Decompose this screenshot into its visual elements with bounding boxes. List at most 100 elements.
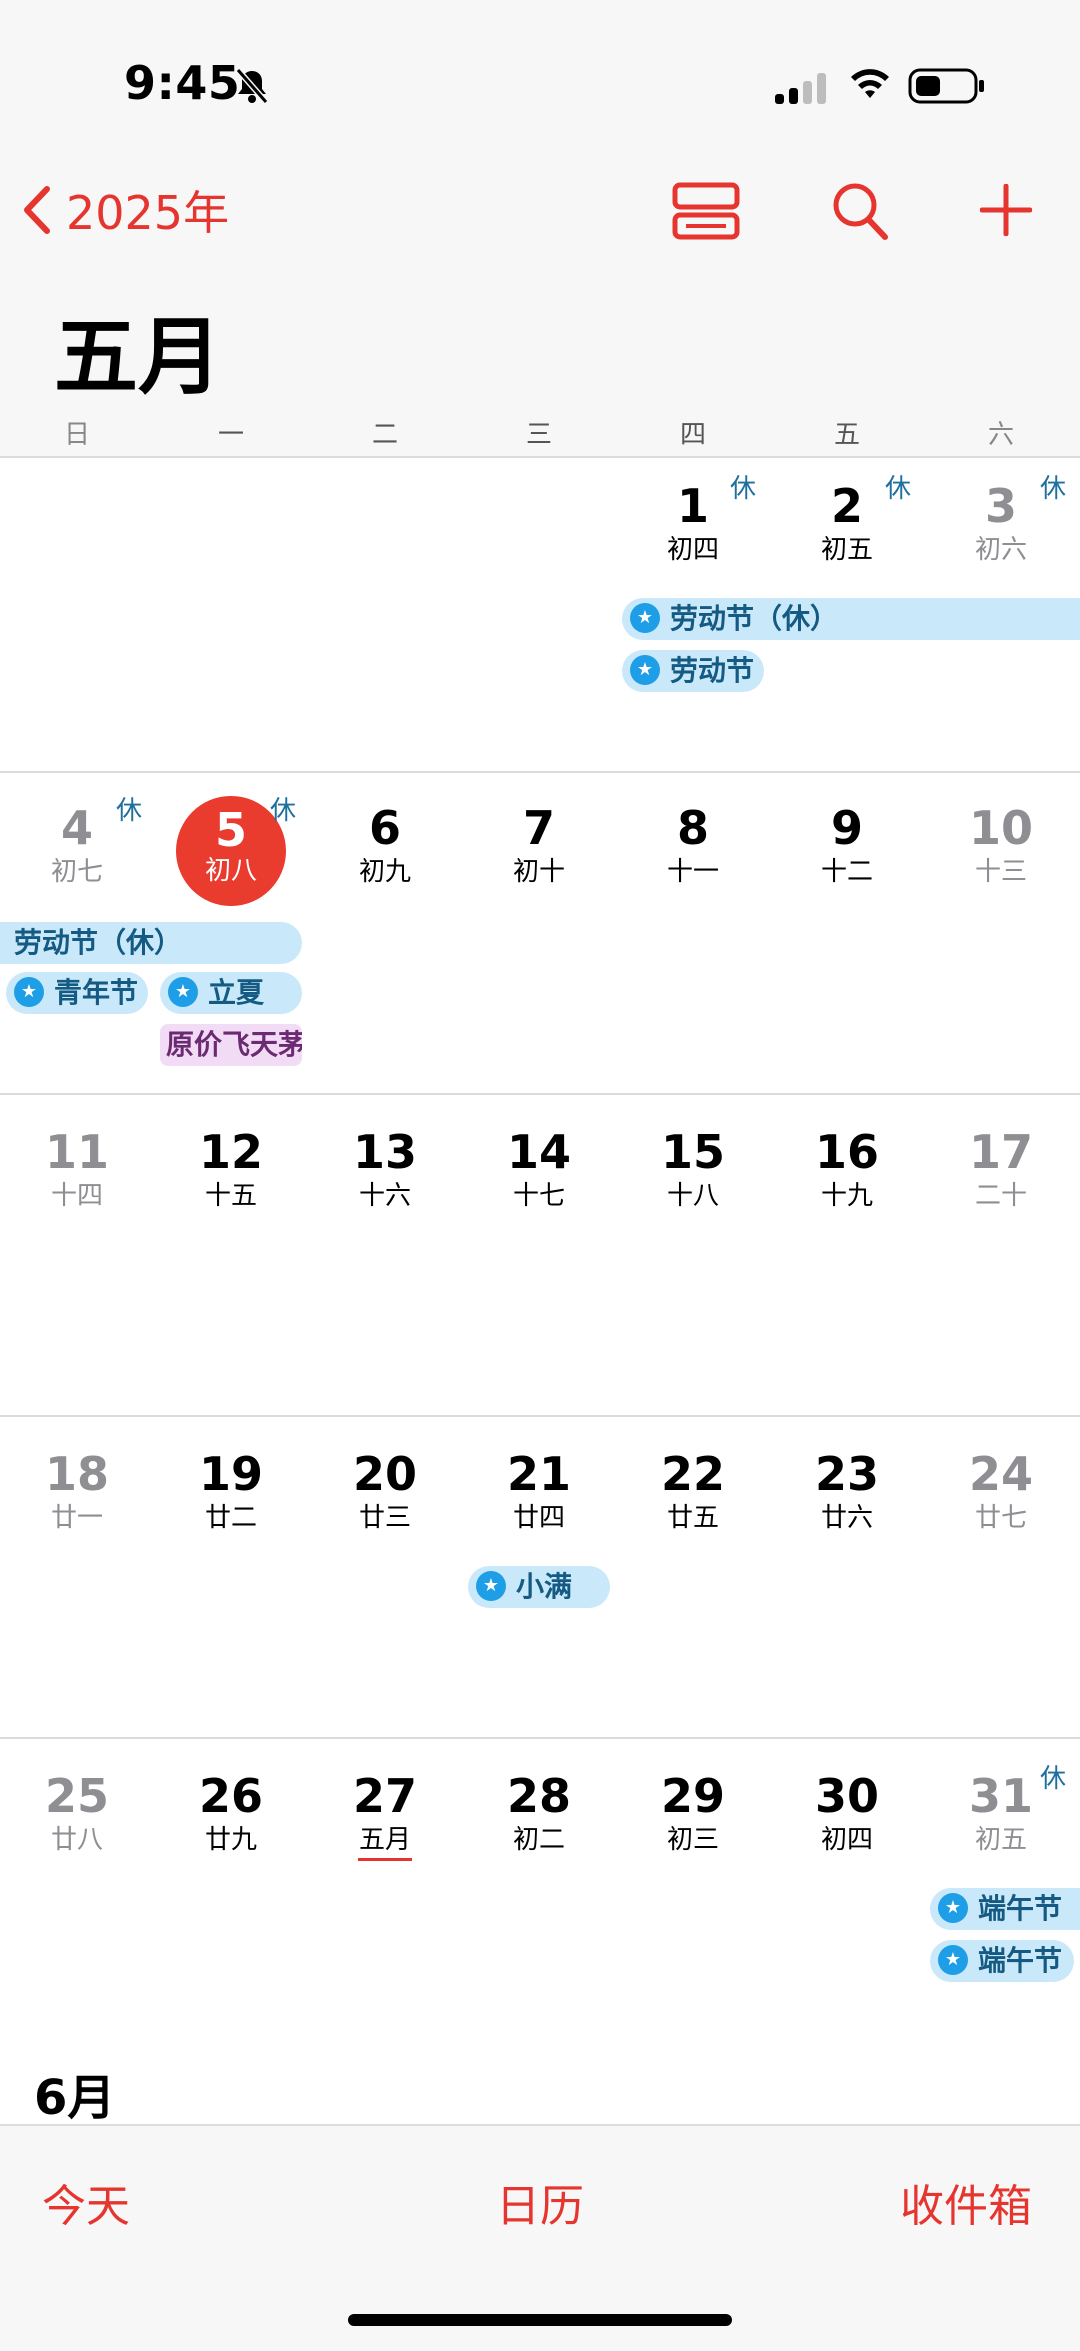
today-button[interactable]: 今天 [42, 2170, 130, 2234]
day-cell-20[interactable]: 20 廿三 [308, 1448, 462, 1534]
event-title: 青年节 [54, 976, 139, 1009]
day-cell-27[interactable]: 27 五月 [308, 1770, 462, 1856]
day-number: 7 [522, 801, 555, 855]
star-icon: ★ [476, 1571, 506, 1601]
day-number: 23 [814, 1447, 879, 1501]
day-cell-23[interactable]: 23 廿六 [770, 1448, 924, 1534]
lunar-date: 廿二 [204, 1503, 257, 1533]
status-time: 9:45 [124, 56, 241, 110]
back-to-year-button[interactable]: 2025年 [22, 180, 229, 240]
day-cell-14[interactable]: 14 十七 [462, 1126, 616, 1212]
day-number: 21 [506, 1447, 571, 1501]
event-labor-day[interactable]: ★ 劳动节 [622, 650, 764, 692]
search-icon[interactable] [830, 180, 890, 242]
lunar-date: 十二 [820, 857, 873, 887]
day-cell-22[interactable]: 22 廿五 [616, 1448, 770, 1534]
day-number: 18 [44, 1447, 109, 1501]
lunar-date: 廿一 [50, 1503, 103, 1533]
lunar-date: 廿八 [50, 1825, 103, 1855]
lunar-date: 十四 [50, 1181, 103, 1211]
calendars-button[interactable]: 日历 [496, 2170, 584, 2234]
star-icon: ★ [938, 1893, 968, 1923]
lunar-date: 十七 [512, 1181, 565, 1211]
day-number: 28 [506, 1769, 571, 1823]
weekday-mon: 一 [217, 420, 244, 450]
wifi-icon [851, 69, 889, 98]
event-labor-day-rest-cont[interactable]: 劳动节（休） [0, 922, 302, 964]
weekday-sat: 六 [987, 420, 1014, 450]
day-cell-6[interactable]: 6 初九 [308, 802, 462, 888]
day-cell-21[interactable]: 21 廿四 [462, 1448, 616, 1534]
lunar-date: 十一 [666, 857, 719, 887]
day-number: 9 [830, 801, 863, 855]
day-number: 15 [660, 1125, 725, 1179]
cellular-signal-icon [775, 73, 826, 104]
day-cell-8[interactable]: 8 十一 [616, 802, 770, 888]
lunar-date: 廿九 [204, 1825, 257, 1855]
day-cell-19[interactable]: 19 廿二 [154, 1448, 308, 1534]
lunar-date: 初四 [820, 1825, 873, 1855]
day-number: 6 [368, 801, 401, 855]
day-cell-13[interactable]: 13 十六 [308, 1126, 462, 1212]
day-cell-7[interactable]: 7 初十 [462, 802, 616, 888]
holiday-tag: 休 [1040, 474, 1067, 504]
lunar-date: 二十 [974, 1181, 1027, 1211]
holiday-tag: 休 [1040, 1764, 1067, 1794]
day-cell-16[interactable]: 16 十九 [770, 1126, 924, 1212]
week-separator [0, 1415, 1080, 1417]
event-lixia[interactable]: ★ 立夏 [160, 972, 302, 1014]
month-title: 五月 [54, 308, 223, 406]
day-number: 13 [352, 1125, 417, 1179]
day-cell-25[interactable]: 25 廿八 [0, 1770, 154, 1856]
star-icon: ★ [630, 655, 660, 685]
event-youth-day[interactable]: ★ 青年节 [6, 972, 148, 1014]
day-cell-30[interactable]: 30 初四 [770, 1770, 924, 1856]
star-icon: ★ [938, 1945, 968, 1975]
day-cell-9[interactable]: 9 十二 [770, 802, 924, 888]
star-icon: ★ [630, 603, 660, 633]
home-indicator[interactable] [348, 2314, 732, 2326]
list-view-icon[interactable] [672, 182, 740, 240]
holiday-tag: 休 [885, 474, 912, 504]
holiday-tag: 休 [116, 796, 143, 826]
star-icon: ★ [168, 977, 198, 1007]
event-labor-day-rest[interactable]: ★ 劳动节（休） [622, 598, 1080, 640]
add-event-icon[interactable] [980, 184, 1032, 236]
event-title: 劳动节 [670, 654, 755, 687]
day-number: 11 [44, 1125, 109, 1179]
holiday-tag: 休 [270, 796, 297, 826]
day-cell-18[interactable]: 18 廿一 [0, 1448, 154, 1534]
lunar-date: 初六 [974, 535, 1027, 565]
week-separator [0, 1093, 1080, 1095]
lunar-date: 廿五 [666, 1503, 719, 1533]
weekday-wed: 三 [525, 420, 552, 450]
day-cell-17[interactable]: 17 二十 [924, 1126, 1078, 1212]
event-dragon-boat-rest[interactable]: ★ 端午节 [930, 1888, 1080, 1930]
event-xiaoman[interactable]: ★ 小满 [468, 1566, 610, 1608]
weekday-sun: 日 [63, 420, 90, 450]
event-custom[interactable]: 原价飞天茅 [160, 1024, 302, 1066]
day-cell-29[interactable]: 29 初三 [616, 1770, 770, 1856]
day-cell-28[interactable]: 28 初二 [462, 1770, 616, 1856]
lunar-date: 十九 [820, 1181, 873, 1211]
day-cell-12[interactable]: 12 十五 [154, 1126, 308, 1212]
event-dragon-boat[interactable]: ★ 端午节 [930, 1940, 1074, 1982]
weekday-fri: 五 [833, 420, 860, 450]
event-title: 端午节 [978, 1892, 1063, 1925]
day-cell-11[interactable]: 11 十四 [0, 1126, 154, 1212]
bell-muted-icon [235, 68, 269, 104]
day-number: 26 [198, 1769, 263, 1823]
day-cell-10[interactable]: 10 十三 [924, 802, 1078, 888]
day-cell-24[interactable]: 24 廿七 [924, 1448, 1078, 1534]
chevron-left-icon [24, 186, 50, 234]
day-cell-26[interactable]: 26 廿九 [154, 1770, 308, 1856]
lunar-date: 廿四 [512, 1503, 565, 1533]
day-cell-15[interactable]: 15 十八 [616, 1126, 770, 1212]
event-title: 劳动节（休） [670, 602, 839, 635]
lunar-date: 初二 [512, 1825, 565, 1855]
week-separator [0, 1737, 1080, 1739]
week-separator [0, 771, 1080, 773]
weekday-thu: 四 [679, 420, 706, 450]
next-month-title: 6月 [34, 2070, 116, 2126]
inbox-button[interactable]: 收件箱 [900, 2170, 1032, 2234]
